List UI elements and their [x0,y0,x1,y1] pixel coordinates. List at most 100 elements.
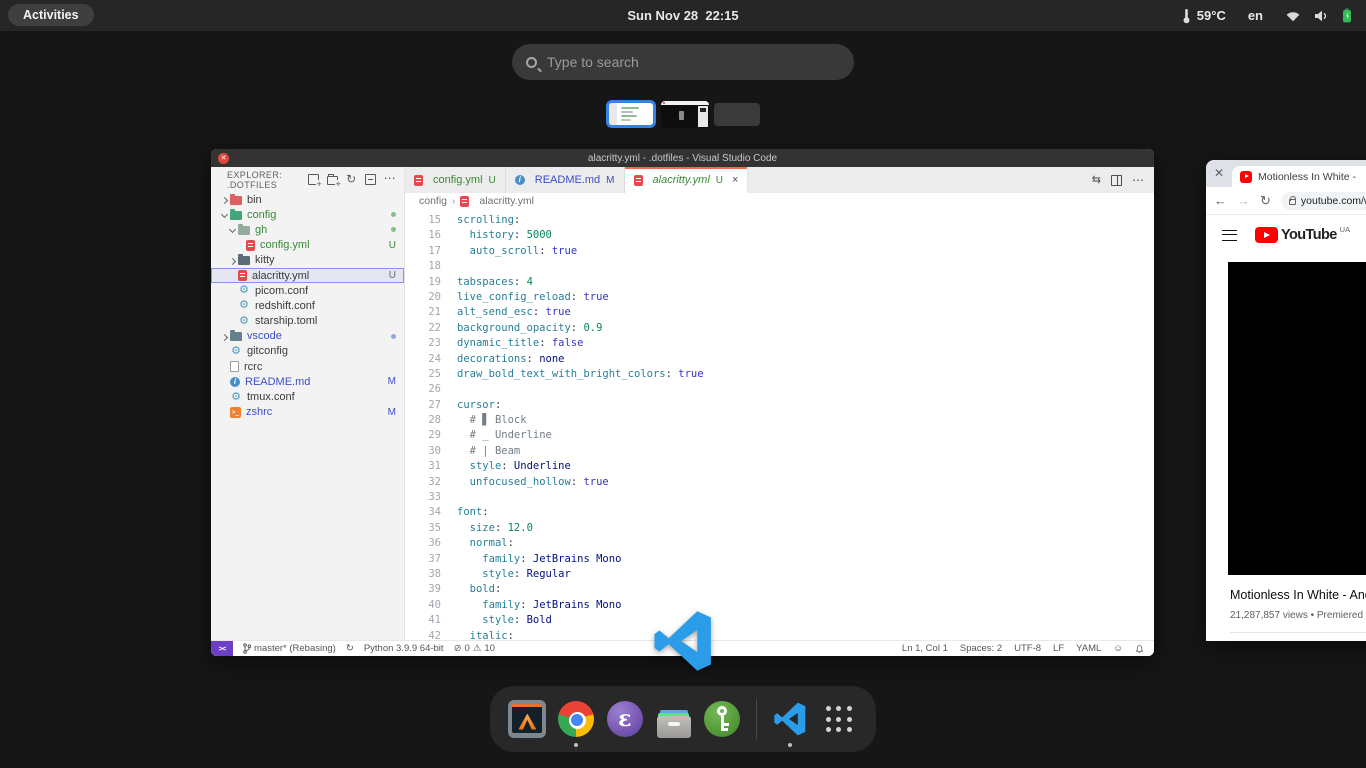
workspace-thumbnail-3-empty[interactable] [714,103,760,126]
vscode-app-icon-overlay[interactable] [652,610,714,674]
tree-item-kitty[interactable]: kitty [211,253,404,268]
browser-tab[interactable]: Motionless In White - [1232,166,1366,187]
split-editor-icon[interactable] [1111,175,1122,186]
file-label: zshrc [246,406,272,418]
tree-item-alacritty.yml[interactable]: alacritty.ymlU [211,268,404,283]
address-bar[interactable]: youtube.com/wa [1281,192,1366,210]
vscode-titlebar[interactable]: ✕ alacritty.yml - .dotfiles - Visual Stu… [211,149,1154,167]
overview-search[interactable] [512,44,854,80]
tree-item-starship.toml[interactable]: ⚙starship.toml [211,314,404,329]
system-tray[interactable]: 59°C en [1182,0,1352,31]
feedback-icon[interactable]: ☺ [1113,643,1123,654]
emacs-icon: ε [607,701,643,737]
info-icon: i [230,377,240,387]
dock-item-chrome[interactable] [557,695,596,743]
tree-item-bin[interactable]: bin [211,192,404,207]
mini-line [621,119,631,121]
youtube-logo[interactable]: YouTube UA [1255,227,1350,243]
tree-item-config.yml[interactable]: config.ymlU [211,238,404,253]
line-number: 23 [405,336,441,351]
lock-icon[interactable] [1289,199,1296,205]
workspace-switcher [0,100,1366,128]
dock-item-app-grid[interactable] [819,695,858,743]
code-line: 36 normal: [405,536,1154,551]
tab-title: Motionless In White - [1258,171,1366,183]
keyboard-layout-indicator[interactable]: en [1248,8,1263,23]
mini-video-thumb [700,108,706,112]
editor-tab-README.md[interactable]: iREADME.mdM [506,167,625,193]
workspace-thumbnail-2[interactable] [661,101,709,128]
encoding-status[interactable]: UTF-8 [1014,643,1041,654]
line-number: 15 [405,213,441,228]
tree-item-README.md[interactable]: iREADME.mdM [211,374,404,389]
dock-item-emacs[interactable]: ε [605,695,644,743]
chrome-window[interactable]: ✕ Motionless In White - ← → ↻ youtube.co… [1206,160,1366,641]
temperature-value: 59°C [1197,8,1226,23]
tree-item-rcrc[interactable]: rcrc [211,359,404,374]
tree-item-vscode[interactable]: vscode [211,329,404,344]
clock[interactable]: Sun Nov 28 22:15 [0,8,1366,23]
editor-tab-alacritty.yml[interactable]: alacritty.ymlU× [625,167,749,193]
tree-item-gh[interactable]: gh [211,222,404,237]
editor-tab-config.yml[interactable]: config.ymlU [405,167,506,193]
tree-item-redshift.conf[interactable]: ⚙redshift.conf [211,298,404,313]
code-editor[interactable]: 15scrolling:16 history: 500017 auto_scro… [405,209,1154,640]
open-changes-icon[interactable]: ⇆ [1092,175,1101,186]
file-label: config [247,209,276,221]
python-interpreter-status[interactable]: Python 3.9.9 64-bit [364,643,444,654]
breadcrumb[interactable]: config › alacritty.yml [405,193,1154,209]
search-input[interactable] [547,54,840,70]
problems-status[interactable]: ⊘0 ⚠10 [454,643,495,654]
folder-gray-icon [238,226,250,235]
video-player[interactable] [1228,262,1366,575]
code-line: 22background_opacity: 0.9 [405,321,1154,336]
explorer-more-actions-icon[interactable]: ⋯ [384,174,396,185]
dock-item-keepassxc[interactable] [703,695,742,743]
back-button[interactable]: ← [1214,193,1227,208]
close-tab-icon[interactable]: × [732,174,738,186]
forward-button[interactable]: → [1237,193,1250,208]
language-mode-status[interactable]: YAML [1076,643,1101,654]
dock-item-files[interactable] [654,695,693,743]
thermometer-icon [1182,8,1191,24]
code-line: 15scrolling: [405,213,1154,228]
code-line: 32 unfocused_hollow: true [405,475,1154,490]
code-line: 20live_config_reload: true [405,290,1154,305]
tree-item-picom.conf[interactable]: ⚙picom.conf [211,283,404,298]
branch-label: master* (Rebasing) [254,643,336,654]
window-close-button[interactable]: ✕ [218,153,229,164]
folder-slate-icon [230,332,242,341]
tree-item-tmux.conf[interactable]: ⚙tmux.conf [211,389,404,404]
menu-icon[interactable] [1222,230,1237,241]
cursor-position-status[interactable]: Ln 1, Col 1 [902,643,948,654]
git-branch-status[interactable]: master* (Rebasing) [243,643,336,654]
new-folder-icon[interactable] [327,176,338,185]
grid-dot [836,706,841,711]
dock-item-alacritty[interactable] [508,695,547,743]
line-text: normal: [457,536,514,551]
line-number: 22 [405,321,441,336]
new-file-icon[interactable] [308,174,319,185]
collapse-folders-icon[interactable] [365,174,376,185]
refresh-explorer-icon[interactable]: ↻ [346,174,356,185]
error-icon: ⊘ [454,643,462,654]
editor-more-actions-icon[interactable]: ⋯ [1132,176,1144,184]
tree-item-zshrc[interactable]: >_zshrcM [211,405,404,420]
breadcrumb-folder[interactable]: config [419,195,447,207]
youtube-header: YouTube UA [1206,215,1366,255]
notifications-bell-icon[interactable] [1135,644,1144,654]
eol-status[interactable]: LF [1053,643,1064,654]
indentation-status[interactable]: Spaces: 2 [960,643,1002,654]
vscode-window[interactable]: ✕ alacritty.yml - .dotfiles - Visual Stu… [211,149,1154,656]
system-status-icons[interactable] [1285,8,1352,23]
reload-button[interactable]: ↻ [1260,193,1271,209]
breadcrumb-file[interactable]: alacritty.yml [479,195,534,207]
sync-button[interactable]: ↻ [346,643,354,654]
grid-dot [826,727,831,732]
window-close-button[interactable]: ✕ [1214,166,1224,180]
workspace-thumbnail-1-active[interactable] [606,100,656,128]
remote-indicator[interactable]: >< [211,641,233,657]
tree-item-config[interactable]: config [211,207,404,222]
dock-item-vscode[interactable] [771,695,810,743]
tree-item-gitconfig[interactable]: ⚙gitconfig [211,344,404,359]
